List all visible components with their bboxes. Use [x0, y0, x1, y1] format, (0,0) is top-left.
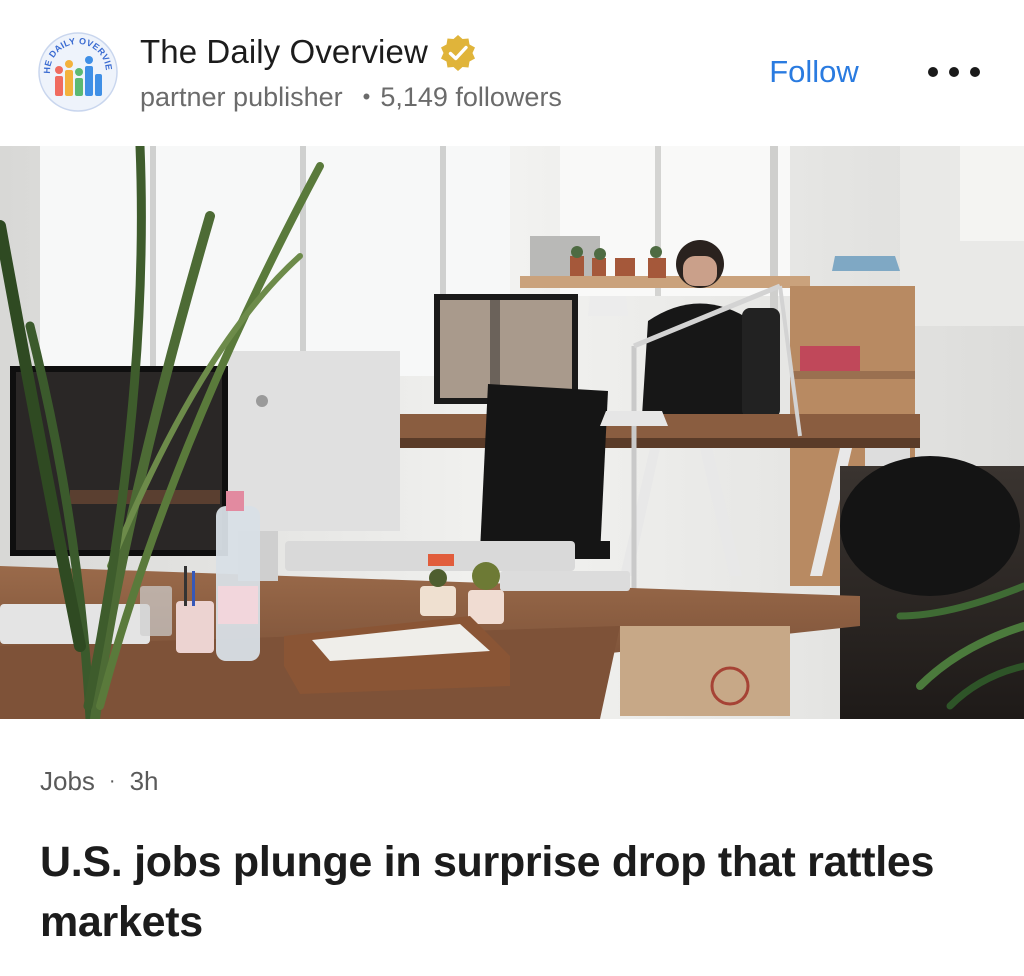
publisher-subtitle: partner publisher • 5,149 followers	[140, 80, 562, 114]
publisher-header: THE DAILY OVERVIEW The Daily Overview pa…	[0, 0, 1024, 146]
verified-badge-icon	[440, 35, 475, 71]
article-meta: Jobs · 3h	[40, 762, 159, 800]
publisher-logo[interactable]: THE DAILY OVERVIEW	[38, 32, 118, 112]
follower-count: 5,149 followers	[380, 81, 562, 112]
separator-dot: •	[362, 84, 371, 109]
publisher-type: partner publisher	[140, 81, 343, 112]
more-horizontal-icon[interactable]	[928, 54, 980, 90]
more-dot	[970, 67, 980, 77]
publisher-name[interactable]: The Daily Overview	[140, 33, 428, 71]
publisher-name-row: The Daily Overview	[140, 30, 478, 74]
article-headline[interactable]: U.S. jobs plunge in surprise drop that r…	[40, 832, 980, 952]
more-dot	[928, 67, 938, 77]
article-hero-image[interactable]	[0, 146, 1024, 719]
follow-button[interactable]: Follow	[740, 48, 888, 96]
separator-dot: ·	[108, 769, 116, 792]
article-category[interactable]: Jobs	[40, 766, 95, 797]
more-dot	[949, 67, 959, 77]
article-age: 3h	[129, 765, 159, 796]
